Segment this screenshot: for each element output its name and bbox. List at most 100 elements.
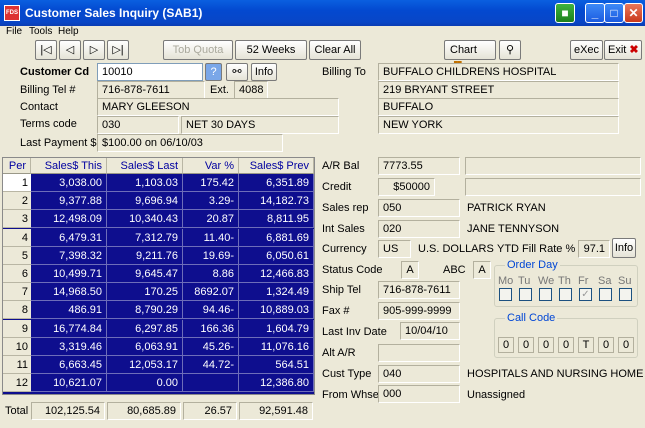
grid-cell-sales-prev-yr[interactable]: 6,881.69 <box>239 228 314 247</box>
grid-cell-var-pct[interactable]: 19.69- <box>183 246 239 265</box>
order-day-checkbox[interactable] <box>599 288 612 301</box>
ytd-info-button[interactable]: Info <box>612 238 636 258</box>
order-day-checkbox[interactable] <box>499 288 512 301</box>
grid-cell-sales-prev-yr[interactable]: 6,351.89 <box>239 174 314 192</box>
grid-cell-var-pct[interactable]: 8692.07 <box>183 283 239 302</box>
grid-cell-sales-this-yr[interactable]: 12,498.09 <box>31 210 107 229</box>
grid-cell-sales-this-yr[interactable]: 486.91 <box>31 301 107 320</box>
grid-cell-var-pct[interactable]: 45.26- <box>183 337 239 356</box>
clear-all-button[interactable]: Clear All <box>309 40 361 60</box>
grid-cell-sales-prev-yr[interactable]: 564.51 <box>239 356 314 374</box>
menu-file[interactable]: File <box>6 26 22 37</box>
grid-cell-per[interactable]: 4 <box>3 228 31 247</box>
grid-cell-sales-last-yr[interactable]: 9,645.47 <box>107 265 183 283</box>
grid-cell-sales-prev-yr[interactable]: 1,324.49 <box>239 283 314 302</box>
prev-record-button[interactable]: ◁ <box>59 40 81 60</box>
sales-grid[interactable]: Per Sales$ This Yr Sales$ Last Yr Var % … <box>2 157 315 395</box>
binoculars-icon[interactable]: ⚯ <box>226 63 248 81</box>
menu-tools[interactable]: Tools <box>29 26 52 37</box>
grid-cell-sales-prev-yr[interactable]: 12,466.83 <box>239 265 314 283</box>
grid-cell-sales-prev-yr[interactable]: 10,889.03 <box>239 301 314 320</box>
grid-cell-sales-prev-yr[interactable]: 14,182.73 <box>239 192 314 211</box>
grid-cell-sales-prev-yr[interactable]: 12,386.80 <box>239 374 314 393</box>
customer-cd-input[interactable]: 10010 <box>97 63 203 81</box>
grid-cell-sales-last-yr[interactable]: 1,103.03 <box>107 174 183 192</box>
grid-header-var-pct[interactable]: Var % <box>183 158 239 174</box>
last-record-button[interactable]: ▷| <box>107 40 129 60</box>
grid-cell-var-pct[interactable]: 8.86 <box>183 265 239 283</box>
grid-cell-per[interactable]: 11 <box>3 356 31 374</box>
grid-cell-per[interactable]: 2 <box>3 192 31 211</box>
grid-cell-sales-last-yr[interactable]: 170.25 <box>107 283 183 302</box>
grid-cell-per[interactable]: 6 <box>3 265 31 283</box>
order-day-checkbox[interactable] <box>619 288 632 301</box>
grid-cell-var-pct[interactable]: 11.40- <box>183 228 239 247</box>
minimize-button[interactable]: _ <box>585 3 605 23</box>
order-day-checkbox[interactable] <box>539 288 552 301</box>
grid-cell-var-pct[interactable] <box>183 374 239 393</box>
app-status-icon[interactable]: ■ <box>555 3 575 23</box>
grid-header-sales-prev-yr[interactable]: Sales$ Prev Yr <box>239 158 314 188</box>
grid-cell-sales-last-yr[interactable]: 8,790.29 <box>107 301 183 320</box>
call-code-field: 0 <box>618 337 634 353</box>
grid-cell-sales-this-yr[interactable]: 7,398.32 <box>31 246 107 265</box>
grid-cell-sales-prev-yr[interactable]: 1,604.79 <box>239 319 314 338</box>
order-day-checkbox[interactable]: ✓ <box>579 288 592 301</box>
grid-header-sales-this-yr[interactable]: Sales$ This Yr <box>31 158 107 188</box>
grid-cell-sales-this-yr[interactable]: 6,663.45 <box>31 356 107 374</box>
credit-field: $50000 <box>378 178 435 196</box>
tob-quota-button[interactable]: Tob Quota <box>163 40 233 60</box>
grid-cell-sales-last-yr[interactable]: 9,211.76 <box>107 246 183 265</box>
grid-header-sales-last-yr[interactable]: Sales$ Last Yr <box>107 158 183 188</box>
grid-header-per[interactable]: Per <box>3 158 31 174</box>
next-record-button[interactable]: ▷ <box>83 40 105 60</box>
grid-cell-sales-last-yr[interactable]: 7,312.79 <box>107 228 183 247</box>
grid-cell-per[interactable]: 5 <box>3 246 31 265</box>
first-record-button[interactable]: |◁ <box>35 40 57 60</box>
grid-cell-sales-last-yr[interactable]: 0.00 <box>107 374 183 393</box>
grid-cell-sales-prev-yr[interactable]: 8,811.95 <box>239 210 314 229</box>
grid-cell-sales-this-yr[interactable]: 9,377.88 <box>31 192 107 211</box>
grid-cell-sales-this-yr[interactable]: 10,499.71 <box>31 265 107 283</box>
close-button[interactable]: ✕ <box>624 3 643 23</box>
grid-cell-sales-prev-yr[interactable]: 6,050.61 <box>239 246 314 265</box>
grid-cell-sales-last-yr[interactable]: 10,340.43 <box>107 210 183 229</box>
exec-button[interactable]: eXec <box>570 40 603 60</box>
chart-button[interactable]: Chart ▐▌ <box>444 40 496 74</box>
grid-cell-per[interactable]: 10 <box>3 337 31 356</box>
grid-cell-var-pct[interactable]: 94.46- <box>183 301 239 320</box>
grid-cell-var-pct[interactable]: 20.87 <box>183 210 239 229</box>
search-icon[interactable]: ⚲ <box>499 40 521 60</box>
grid-cell-var-pct[interactable]: 44.72- <box>183 356 239 374</box>
grid-cell-per[interactable]: 1 <box>3 174 31 192</box>
grid-cell-per[interactable]: 7 <box>3 283 31 302</box>
order-day-checkbox[interactable] <box>559 288 572 301</box>
grid-cell-per[interactable]: 12 <box>3 374 31 393</box>
order-day-checkbox[interactable] <box>519 288 532 301</box>
customer-info-button[interactable]: Info <box>251 63 277 81</box>
menu-help[interactable]: Help <box>58 26 79 37</box>
grid-cell-var-pct[interactable]: 166.36 <box>183 319 239 338</box>
grid-cell-sales-this-yr[interactable]: 10,621.07 <box>31 374 107 393</box>
grid-cell-sales-last-yr[interactable]: 12,053.17 <box>107 356 183 374</box>
grid-cell-sales-last-yr[interactable]: 6,297.85 <box>107 319 183 338</box>
grid-cell-sales-prev-yr[interactable]: 11,076.16 <box>239 337 314 356</box>
52-weeks-button[interactable]: 52 Weeks <box>235 40 307 60</box>
grid-cell-sales-this-yr[interactable]: 6,479.31 <box>31 228 107 247</box>
grid-cell-sales-last-yr[interactable]: 9,696.94 <box>107 192 183 211</box>
grid-cell-var-pct[interactable]: 3.29- <box>183 192 239 211</box>
grid-cell-sales-this-yr[interactable]: 3,319.46 <box>31 337 107 356</box>
grid-cell-var-pct[interactable]: 175.42 <box>183 174 239 192</box>
grid-cell-sales-this-yr[interactable]: 16,774.84 <box>31 319 107 338</box>
cust-type-name: HOSPITALS AND NURSING HOMES <box>467 368 643 380</box>
exit-button[interactable]: Exit ✖ <box>604 40 642 60</box>
grid-cell-sales-this-yr[interactable]: 14,968.50 <box>31 283 107 302</box>
grid-cell-per[interactable]: 8 <box>3 301 31 320</box>
grid-cell-per[interactable]: 9 <box>3 319 31 338</box>
cust-type-label: Cust Type <box>322 368 372 380</box>
help-button[interactable]: ? <box>205 63 222 81</box>
grid-cell-per[interactable]: 3 <box>3 210 31 229</box>
grid-cell-sales-last-yr[interactable]: 6,063.91 <box>107 337 183 356</box>
maximize-button[interactable]: □ <box>604 3 624 23</box>
grid-cell-sales-this-yr[interactable]: 3,038.00 <box>31 174 107 192</box>
